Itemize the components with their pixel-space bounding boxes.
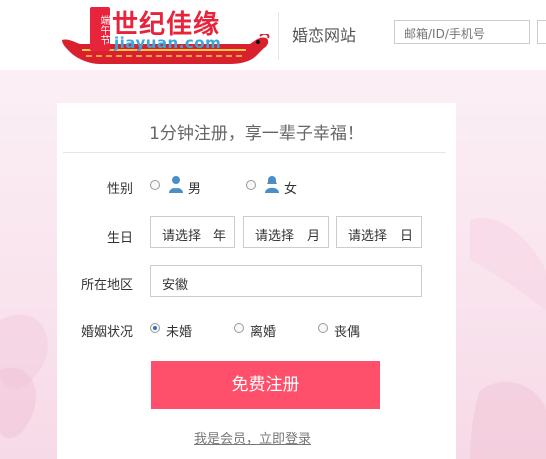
jiayuan-logo[interactable]: 端午节 世纪佳缘 jiayuan.com [60, 4, 272, 66]
marital-single-radio[interactable] [150, 323, 160, 333]
marital-widowed-label: 丧偶 [334, 325, 361, 340]
free-register-button[interactable]: 免费注册 [151, 361, 380, 409]
gender-male-label: 男 [188, 182, 202, 197]
female-icon [265, 176, 279, 193]
birth-year-value: 请选择 [162, 229, 202, 244]
top-bar: 端午节 世纪佳缘 jiayuan.com 婚恋网站 [0, 0, 546, 70]
marital-widowed-radio[interactable] [318, 323, 328, 333]
header-divider [278, 12, 279, 60]
gender-female-label: 女 [284, 182, 298, 197]
registration-panel: 1分钟注册，享一辈子幸福！ 性别 男 女 生日 请选择 年 请选择 月 请选择 … [57, 103, 456, 459]
region-value: 安徽 [162, 278, 189, 293]
birth-day-value: 请选择 [348, 229, 388, 244]
dragon-boat-festival-badge: 端午节 [90, 7, 110, 51]
birth-day-unit: 日 [399, 229, 413, 244]
marital-divorced-radio[interactable] [234, 323, 244, 333]
logo-domain: jiayuan.com [114, 34, 222, 52]
gender-label: 性别 [106, 182, 133, 197]
male-icon [169, 176, 183, 193]
member-login-link[interactable]: 我是会员，立即登录 [194, 428, 311, 447]
login-account-input[interactable] [394, 20, 530, 44]
region-label: 所在地区 [80, 278, 133, 293]
gender-female-radio[interactable] [246, 180, 256, 190]
marital-divorced-label: 离婚 [250, 325, 277, 340]
marital-single-label: 未婚 [166, 325, 193, 340]
gender-male-radio[interactable] [150, 180, 160, 190]
form-title: 1分钟注册，享一辈子幸福！ [149, 124, 364, 144]
birthday-label: 生日 [106, 231, 133, 246]
birth-day-select[interactable]: 请选择 日 [336, 216, 422, 248]
marital-status-label: 婚姻状况 [80, 325, 133, 340]
birth-month-value: 请选择 [255, 229, 295, 244]
login-password-input[interactable] [537, 20, 546, 44]
birth-year-select[interactable]: 请选择 年 [150, 216, 235, 248]
birth-month-unit: 月 [306, 229, 320, 244]
birth-year-unit: 年 [212, 229, 226, 244]
site-title: 婚恋网站 [292, 26, 357, 45]
birth-month-select[interactable]: 请选择 月 [243, 216, 329, 248]
region-select[interactable]: 安徽 [150, 265, 422, 297]
title-divider [63, 152, 446, 153]
